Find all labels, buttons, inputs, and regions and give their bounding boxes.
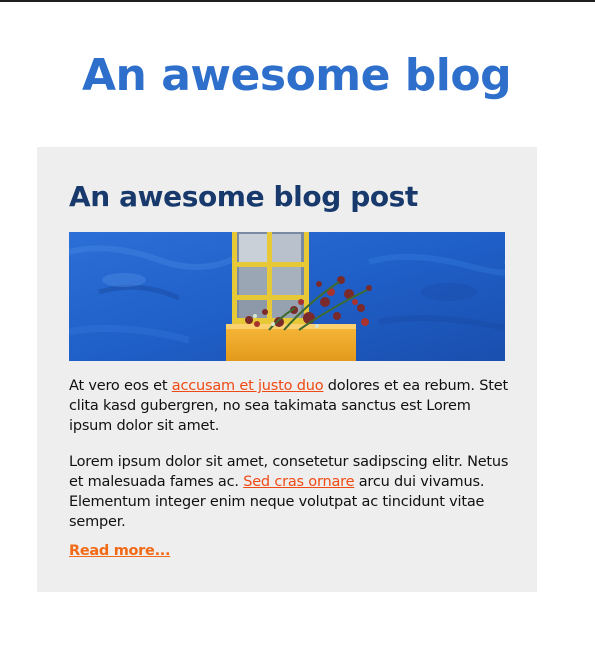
post-paragraph-1: At vero eos et accusam et justo duo dolo… — [69, 376, 509, 436]
post-link-accusam[interactable]: accusam et justo duo — [172, 378, 324, 394]
post-body: At vero eos et accusam et justo duo dolo… — [69, 376, 509, 548]
paragraph-1-text-before: At vero eos et — [69, 378, 172, 394]
post-card: An awesome blog post At vero eos et accu… — [37, 147, 537, 592]
top-border — [0, 0, 595, 2]
site-title: An awesome blog — [82, 50, 512, 101]
post-paragraph-2: Lorem ipsum dolor sit amet, consetetur s… — [69, 452, 509, 532]
post-title: An awesome blog post — [69, 180, 418, 213]
read-more-link[interactable]: Read more... — [69, 541, 171, 561]
post-link-sed-cras[interactable]: Sed cras ornare — [243, 474, 354, 490]
post-image — [69, 232, 505, 361]
